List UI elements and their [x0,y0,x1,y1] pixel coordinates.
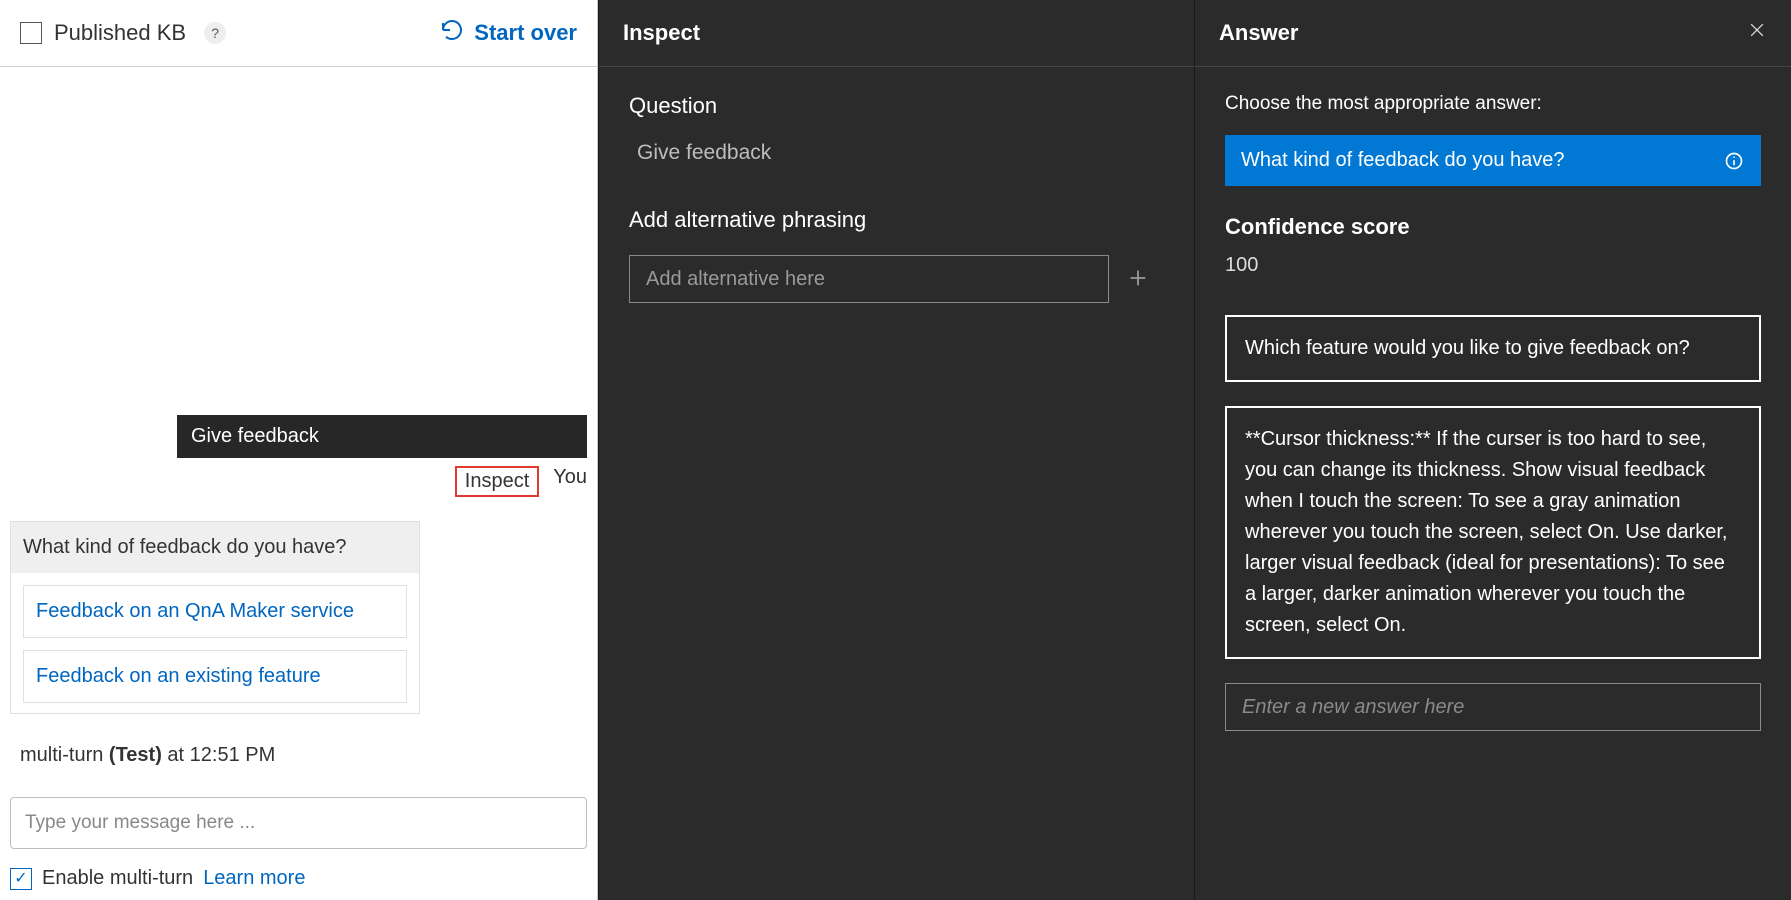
alt-phrasing-row [629,255,1164,303]
start-over-button[interactable]: Start over [440,18,577,48]
answer-title: Answer [1219,20,1298,46]
chat-body: Give feedback Inspect You What kind of f… [0,67,597,797]
selected-answer[interactable]: What kind of feedback do you have? [1225,135,1761,186]
bot-option-qna-service[interactable]: Feedback on an QnA Maker service [23,585,407,638]
answer-panel: Answer Choose the most appropriate answe… [1194,0,1791,900]
bot-question: What kind of feedback do you have? [11,522,419,573]
question-value: Give feedback [637,141,1164,165]
published-kb-checkbox[interactable] [20,22,42,44]
bot-meta-test: (Test) [109,744,162,766]
chat-header: Published KB ? Start over [0,0,597,67]
confidence-score-title: Confidence score [1225,214,1761,240]
bot-option-existing-feature[interactable]: Feedback on an existing feature [23,650,407,703]
inspect-header: Inspect [599,0,1194,67]
enable-multi-turn-label: Enable multi-turn [42,867,193,890]
plus-icon[interactable] [1127,267,1149,292]
inspect-panel: Inspect Question Give feedback Add alter… [598,0,1194,900]
inspect-title: Inspect [623,20,700,46]
enable-multi-turn-checkbox[interactable]: ✓ [10,868,32,890]
answer-header: Answer [1195,0,1791,67]
question-section-title: Question [629,93,1164,119]
multi-turn-row: ✓ Enable multi-turn Learn more [10,867,587,890]
inspect-link[interactable]: Inspect [455,466,539,497]
alt-phrasing-title: Add alternative phrasing [629,207,1164,233]
inspect-body: Question Give feedback Add alternative p… [599,67,1194,329]
new-answer-input[interactable] [1225,683,1761,731]
confidence-score-value: 100 [1225,254,1761,277]
close-icon[interactable] [1747,20,1767,46]
learn-more-link[interactable]: Learn more [203,867,305,890]
answer-body: Choose the most appropriate answer: What… [1195,67,1791,757]
refresh-icon [440,18,464,48]
chat-input[interactable] [10,797,587,849]
bot-meta-prefix: multi-turn [20,744,109,766]
help-icon[interactable]: ? [204,22,226,44]
alt-answer-option[interactable]: **Cursor thickness:** If the curser is t… [1225,406,1761,659]
you-label: You [553,466,587,497]
chat-panel: Published KB ? Start over Give feedback … [0,0,598,900]
published-kb-label: Published KB [54,20,186,46]
chat-footer: ✓ Enable multi-turn Learn more [0,797,597,900]
user-message-row: Give feedback [10,415,587,458]
bot-response-card: What kind of feedback do you have? Feedb… [10,521,420,714]
start-over-label: Start over [474,20,577,46]
user-message-meta: Inspect You [10,466,587,497]
alt-answer-option[interactable]: Which feature would you like to give fee… [1225,315,1761,382]
bot-meta: multi-turn (Test) at 12:51 PM [20,744,587,767]
bot-meta-time: at 12:51 PM [162,744,275,766]
selected-answer-text: What kind of feedback do you have? [1241,149,1565,172]
info-icon[interactable] [1723,150,1745,172]
user-message: Give feedback [177,415,587,458]
chat-header-left: Published KB ? [20,20,226,46]
alt-phrasing-input[interactable] [629,255,1109,303]
choose-answer-label: Choose the most appropriate answer: [1225,93,1761,115]
